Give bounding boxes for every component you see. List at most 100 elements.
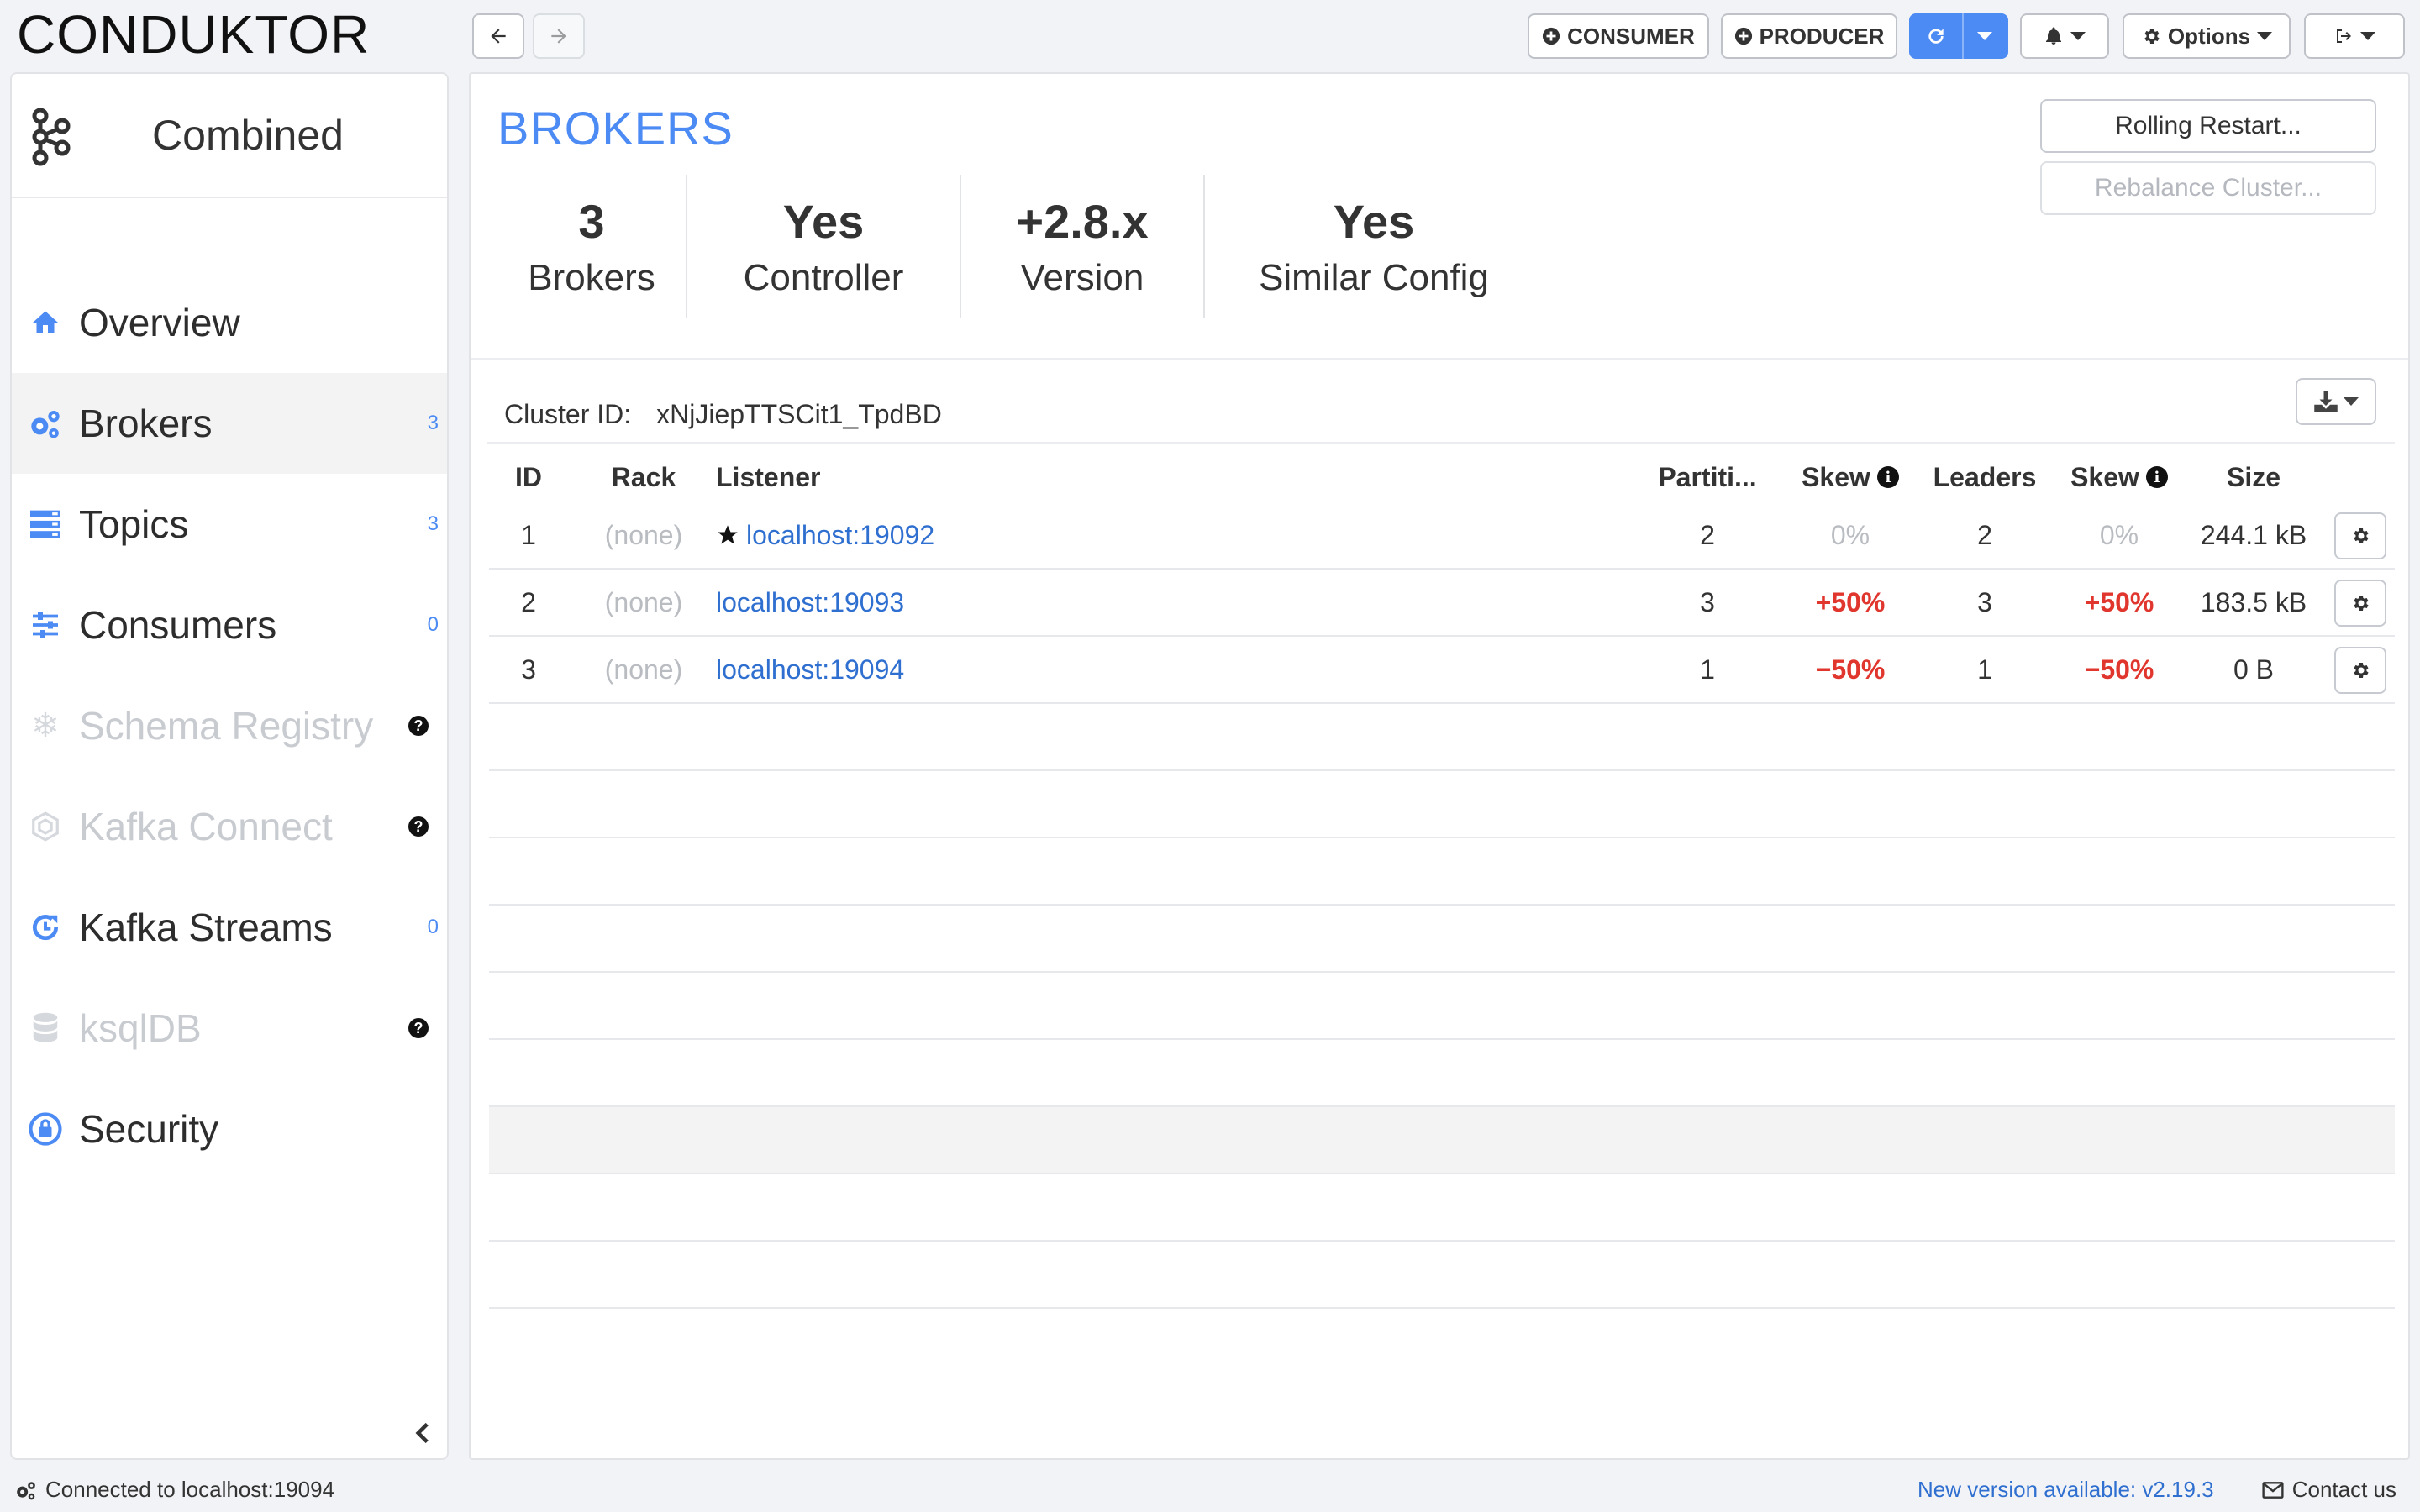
back-button[interactable] — [472, 13, 524, 59]
star-icon — [718, 525, 738, 544]
sidebar-item-overview[interactable]: Overview — [12, 272, 447, 373]
listener-link[interactable]: localhost:19092 — [746, 520, 934, 551]
sidebar: Combined Overview Brokers 3 Topics 3 Con… — [10, 72, 449, 1460]
cell-id: 1 — [521, 519, 536, 550]
cell-listener: localhost:19093 — [716, 570, 1136, 635]
connect-hexagon-icon — [29, 810, 62, 843]
column-header-size[interactable]: Size — [2186, 452, 2321, 502]
table-row[interactable]: 2 (none) localhost:19093 3 +50% 3 +50% 1… — [489, 570, 2395, 637]
cell-size: 244.1 kB — [2200, 519, 2307, 550]
refresh-icon — [1928, 29, 1944, 44]
cell-skew-partitions: +50% — [1815, 586, 1886, 617]
cell-rack: (none) — [604, 586, 683, 617]
contact-us-link[interactable]: Contact us — [2262, 1477, 2396, 1503]
snowflake-icon: ❄ — [31, 707, 60, 744]
refresh-button[interactable] — [1911, 13, 1962, 59]
cell-leaders: 3 — [1977, 586, 1992, 617]
sidebar-item-label: Kafka Connect — [79, 805, 333, 848]
cluster-id-row: Cluster ID: xNjJiepTTSCit1_TpdBDf — [504, 386, 942, 442]
broker-settings-button[interactable] — [2334, 647, 2386, 694]
producer-button[interactable]: PRODUCER — [1721, 13, 1897, 59]
rebalance-cluster-button[interactable]: Rebalance Cluster... — [2040, 161, 2376, 215]
gear-icon — [2354, 596, 2369, 611]
cell-skew-partitions: −50% — [1815, 654, 1886, 685]
stat-value: 3 — [578, 194, 605, 248]
options-label: Options — [2167, 23, 2251, 49]
listener-link[interactable]: localhost:19093 — [716, 587, 904, 618]
sidebar-item-label: Schema Registry — [79, 704, 374, 748]
notifications-button[interactable] — [2020, 13, 2109, 59]
cell-rack: (none) — [604, 519, 683, 550]
cluster-id-label: Cluster ID: — [504, 398, 632, 429]
broker-settings-button[interactable] — [2334, 512, 2386, 559]
question-circle-icon[interactable]: ? — [408, 716, 429, 736]
sidebar-item-ksqldb[interactable]: ksqlDB ? — [12, 978, 447, 1079]
gear-icon — [2354, 663, 2369, 678]
column-header-partitions[interactable]: Partiti... — [1632, 452, 1783, 502]
export-button[interactable] — [2296, 378, 2376, 425]
sidebar-item-kafka-streams[interactable]: Kafka Streams 0 — [12, 877, 447, 978]
empty-row — [489, 906, 2395, 973]
sidebar-item-label: ksqlDB — [79, 1006, 202, 1050]
cell-size: 183.5 kB — [2200, 586, 2307, 617]
producer-label: PRODUCER — [1759, 23, 1885, 49]
sidebar-item-kafka-connect[interactable]: Kafka Connect ? — [12, 776, 447, 877]
sidebar-item-count: 3 — [427, 512, 439, 535]
new-version-link[interactable]: New version available: v2.19.3 — [1918, 1477, 2214, 1503]
sidebar-item-label: Topics — [79, 502, 189, 546]
column-header-skew-leaders[interactable]: Skew i — [2052, 452, 2186, 502]
info-icon[interactable]: i — [2145, 466, 2168, 488]
column-header-rack[interactable]: Rack — [585, 452, 702, 502]
forward-button[interactable] — [533, 13, 585, 59]
question-circle-icon[interactable]: ? — [408, 1018, 429, 1038]
refresh-split-button[interactable] — [1909, 13, 2008, 59]
sidebar-item-schema-registry[interactable]: ❄ Schema Registry ? — [12, 675, 447, 776]
table-row[interactable]: 3 (none) localhost:19094 1 −50% 1 −50% 0… — [489, 637, 2395, 704]
page-title: BROKERS — [497, 102, 734, 155]
cell-partitions: 3 — [1700, 586, 1715, 617]
skew-header-label: Skew — [2070, 461, 2139, 492]
cell-listener: localhost:19094 — [716, 637, 1136, 702]
stat-label: Controller — [743, 256, 904, 298]
rolling-restart-button[interactable]: Rolling Restart... — [2040, 99, 2376, 153]
consumer-button[interactable]: CONSUMER — [1528, 13, 1709, 59]
sidebar-item-count: 0 — [427, 916, 439, 938]
refresh-dropdown-toggle[interactable] — [1964, 13, 2007, 59]
chevron-left-icon — [415, 1422, 429, 1444]
brokers-table: ID Rack Listener Partiti... Skew i Leade… — [489, 452, 2395, 1309]
column-header-listener[interactable]: Listener — [716, 452, 1052, 502]
chevron-down-icon — [2344, 397, 2359, 406]
question-circle-icon[interactable]: ? — [408, 816, 429, 837]
sidebar-item-brokers[interactable]: Brokers 3 — [12, 373, 447, 474]
collapse-sidebar-button[interactable] — [413, 1421, 432, 1449]
arrow-right-icon — [551, 29, 566, 44]
broker-settings-button[interactable] — [2334, 580, 2386, 627]
stat-brokers: 3 Brokers — [497, 175, 686, 318]
sidebar-item-security[interactable]: Security — [12, 1079, 447, 1179]
listener-link[interactable]: localhost:19094 — [716, 654, 904, 685]
options-button[interactable]: Options — [2123, 13, 2291, 59]
sidebar-item-label: Overview — [79, 301, 240, 344]
cell-id: 2 — [521, 586, 536, 617]
cell-rack: (none) — [604, 654, 683, 685]
stat-label: Brokers — [528, 256, 655, 298]
cluster-id-value[interactable]: xNjJiepTTSCit1_TpdBDf — [656, 399, 942, 430]
column-header-skew-partitions[interactable]: Skew i — [1783, 452, 1918, 502]
table-row[interactable]: 1 (none) localhost:19092 2 0% 2 0% 244.1… — [489, 502, 2395, 570]
cell-skew-partitions: 0% — [1830, 519, 1870, 550]
logo-text: CONDUKTOR — [17, 4, 371, 65]
main-panel: BROKERS 3 Brokers Yes Controller +2.8.x … — [469, 72, 2410, 1460]
sidebar-cluster-header[interactable]: Combined — [12, 74, 447, 198]
stat-controller: Yes Controller — [686, 175, 960, 318]
sidebar-item-consumers[interactable]: Consumers 0 — [12, 575, 447, 675]
empty-row — [489, 771, 2395, 838]
column-header-leaders[interactable]: Leaders — [1918, 452, 2052, 502]
cell-partitions: 1 — [1700, 654, 1715, 685]
sidebar-item-topics[interactable]: Topics 3 — [12, 474, 447, 575]
empty-row — [489, 973, 2395, 1040]
gear-icon — [2144, 29, 2160, 44]
info-icon[interactable]: i — [1876, 466, 1899, 488]
column-header-id[interactable]: ID — [489, 452, 568, 502]
conduktor-logo[interactable]: CONDUKTOR — [17, 4, 371, 65]
logout-button[interactable] — [2304, 13, 2405, 59]
